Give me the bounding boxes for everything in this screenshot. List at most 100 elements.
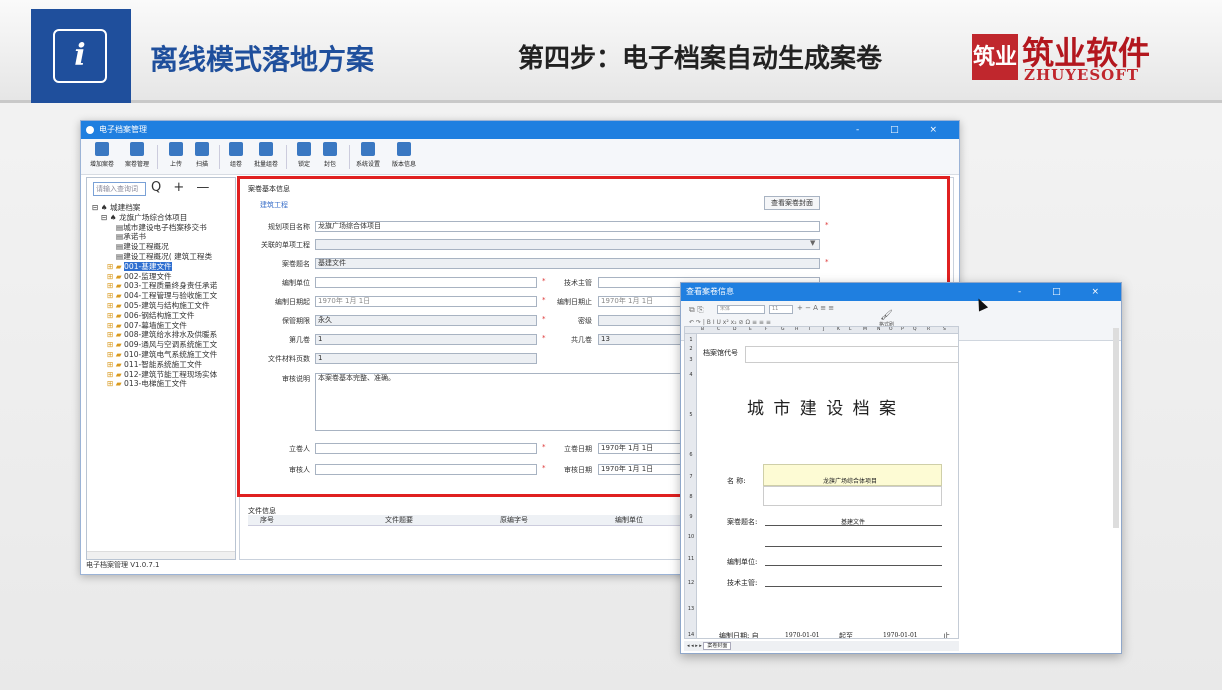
row-number[interactable]: 6 — [685, 452, 697, 458]
spreadsheet[interactable]: B C D E F G H I J K L M N O P Q R S 1 2 … — [684, 326, 959, 639]
font-grow-icon[interactable]: + − A ≡ ≡ — [797, 304, 834, 312]
column-letter[interactable]: Q — [913, 327, 917, 332]
tree-node[interactable]: ⊞ ▰ 008-建筑给水排水及供暖系 — [90, 330, 235, 340]
column-letter[interactable]: B — [701, 327, 704, 332]
viewer-titlebar: 查看案卷信息 - □ × — [681, 283, 1121, 301]
row-number[interactable]: 14 — [685, 632, 697, 638]
version-icon — [397, 142, 411, 156]
font-name-select[interactable]: 宋体 — [717, 305, 765, 314]
column-letter[interactable]: N — [877, 327, 880, 332]
column-header[interactable]: 编制单位 — [615, 515, 643, 526]
slide-header: i 离线模式落地方案 第四步：电子档案自动生成案卷 筑业 筑业软件 ZHUYES… — [0, 0, 1222, 103]
tree-node[interactable]: ⊟ ♠ 城建档案 — [90, 203, 235, 213]
scan-label: 扫描 — [195, 161, 208, 168]
column-letter[interactable]: S — [943, 327, 946, 332]
tree-node[interactable]: ⊞ ▰ 004-工程管理与验收施工文 — [90, 291, 235, 301]
copy-icon[interactable]: ⧉ ⎘ — [689, 305, 704, 315]
column-letter[interactable]: G — [781, 327, 785, 332]
window-title: 电子档案管理 — [99, 125, 147, 134]
tree-node[interactable]: ⊞ ▰ 012-建筑节能工程现场实体 — [90, 370, 235, 380]
name-cell-2[interactable] — [763, 486, 942, 506]
tree-node[interactable]: ⊞ ▰ 007-幕墙施工文件 — [90, 321, 235, 331]
column-letter[interactable]: H — [795, 327, 798, 332]
folder-icon: ⊞ ▰ — [107, 291, 122, 301]
folder-icon: ⊟ ♠ — [101, 212, 117, 222]
column-letter[interactable]: P — [901, 327, 904, 332]
row-number[interactable]: 12 — [685, 580, 697, 586]
folder-icon: ⊞ ▰ — [107, 261, 122, 271]
version-button[interactable]: 版本信息 — [387, 142, 421, 168]
tree-node[interactable]: ⊞ ▰ 011-智能系统施工文件 — [90, 360, 235, 370]
column-letter[interactable]: J — [823, 327, 824, 332]
column-header[interactable]: 文件题要 — [385, 515, 413, 526]
tree-node[interactable]: ⊞ ▰ 005-建筑与结构施工文件 — [90, 301, 235, 311]
underline — [765, 586, 942, 587]
tree-horizontal-scrollbar[interactable] — [87, 551, 235, 559]
column-header[interactable]: 序号 — [260, 515, 274, 526]
group-volume-button[interactable]: 组卷 — [219, 142, 253, 168]
tree-node-label: 010-建筑电气系统施工文件 — [124, 349, 218, 359]
tree-node[interactable]: ▤城市建设电子档案移交书 — [90, 223, 235, 233]
viewer-window-controls[interactable]: - □ × — [1018, 283, 1113, 301]
case-manage-button[interactable]: 案卷管理 — [120, 142, 154, 168]
format-tools-icon[interactable]: ↶ ↷ | B I U x² x₂ ⊘ Ω ≡ ≡ ≡ — [689, 319, 771, 326]
tree-node-label: 012-建筑节能工程现场实体 — [124, 369, 218, 379]
row-number[interactable]: 11 — [685, 556, 697, 562]
tree-node[interactable]: ⊞ ▰ 010-建筑电气系统施工文件 — [90, 350, 235, 360]
scan-button[interactable]: 扫描 — [185, 142, 219, 168]
tree-node[interactable]: ▤建设工程概况( 建筑工程类 — [90, 252, 235, 262]
row-number[interactable]: 1 — [685, 337, 697, 343]
tree-tools[interactable]: Q + — — [151, 180, 213, 195]
slide-title: 离线模式落地方案 — [150, 43, 375, 76]
window-controls[interactable]: - □ × — [856, 121, 951, 139]
column-letter[interactable]: O — [889, 327, 893, 332]
toolbar: 增加案卷 案卷管理 上传 扫描 组卷 批量组卷 锁定 封包 系统设置 版本信息 — [81, 139, 959, 175]
column-letter[interactable]: E — [749, 327, 752, 332]
column-letter[interactable]: D — [733, 327, 736, 332]
tree-node[interactable]: ⊞ ▰ 002-监理文件 — [90, 272, 235, 282]
archive-code-cell[interactable] — [745, 346, 958, 363]
sheet-tab[interactable]: 案卷封面 — [703, 642, 732, 650]
font-size-select[interactable]: 11 — [769, 305, 793, 314]
viewer-vertical-scrollbar[interactable] — [1113, 328, 1119, 528]
row-number[interactable]: 5 — [685, 412, 697, 418]
row-number[interactable]: 8 — [685, 494, 697, 500]
column-letter[interactable]: M — [863, 327, 867, 332]
folder-icon: ⊞ ▰ — [107, 330, 122, 340]
date-to: 1970-01-01 — [883, 632, 918, 639]
row-number[interactable]: 13 — [685, 606, 697, 612]
settings-button[interactable]: 系统设置 — [351, 142, 385, 168]
column-letter[interactable]: I — [809, 327, 810, 332]
tree-node-label: 城市建设电子档案移交书 — [123, 222, 207, 232]
tree-node[interactable]: ⊞ ▰ 003-工程质量终身责任承诺 — [90, 281, 235, 291]
row-number[interactable]: 7 — [685, 474, 697, 480]
tree-node[interactable]: ⊞ ▰ 006-钢结构施工文件 — [90, 311, 235, 321]
column-letter[interactable]: F — [765, 327, 768, 332]
tree-node[interactable]: ▤建设工程概况 — [90, 242, 235, 252]
column-letter[interactable]: K — [837, 327, 840, 332]
package-button[interactable]: 封包 — [313, 142, 347, 168]
tree-node-selected[interactable]: ⊞ ▰ 001-基建文件 — [90, 261, 235, 272]
tree-node[interactable]: ⊞ ▰ 013-电梯施工文件 — [90, 379, 235, 389]
tree-node[interactable]: ⊞ ▰ 009-通风与空调系统施工文 — [90, 340, 235, 350]
column-letter[interactable]: R — [927, 327, 930, 332]
add-case-button[interactable]: 增加案卷 — [85, 142, 119, 168]
row-number[interactable]: 2 — [685, 346, 697, 352]
tree-node[interactable]: ⊟ ♠ 龙旗广场综合体项目 — [90, 213, 235, 223]
row-number[interactable]: 4 — [685, 372, 697, 378]
sheet-nav-icon[interactable]: ◂ ◂ ▸ ▸ — [687, 643, 703, 649]
row-number[interactable]: 9 — [685, 514, 697, 520]
tree-node[interactable]: ▤承诺书 — [90, 232, 235, 242]
package-icon — [323, 142, 337, 156]
folder-icon: ⊞ ▰ — [107, 271, 122, 281]
batch-group-button[interactable]: 批量组卷 — [249, 142, 283, 168]
row-number[interactable]: 10 — [685, 534, 697, 540]
package-label: 封包 — [323, 161, 336, 168]
column-letter[interactable]: C — [717, 327, 720, 332]
column-letter[interactable]: L — [849, 327, 852, 332]
tree-node-label: 城建档案 — [110, 203, 141, 212]
tree-node-label: 006-钢结构施工文件 — [124, 310, 195, 320]
row-number[interactable]: 3 — [685, 357, 697, 363]
tree-search-input[interactable]: 请输入查询词 — [93, 182, 146, 196]
column-header[interactable]: 原编字号 — [500, 515, 528, 526]
